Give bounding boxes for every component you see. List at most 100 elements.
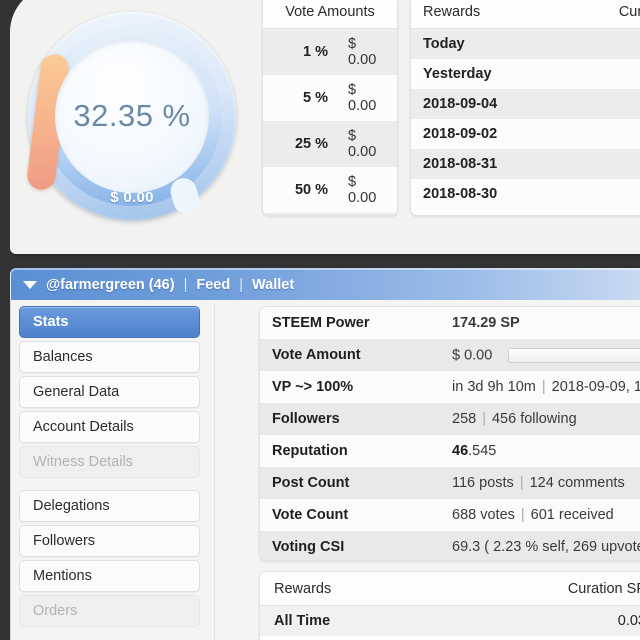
value-separator: | [519,475,524,491]
table-row: Voting CSI 69.3 ( 2.23 % self, 269 upvot… [260,531,640,560]
daily-rewards-body: Today 0.00 Yesterday 0.00 2018-09-04 0.0… [411,28,640,209]
vp-time-remaining: in 3d 9h 10m [452,379,536,395]
reward-date: Yesterday [411,59,572,89]
table-row[interactable]: Yesterday 0.00 [411,59,640,89]
votes-received: 601 received [530,507,614,523]
reputation-whole: 46 [452,443,469,459]
table-row: Reputation 46.545 [260,435,640,467]
sidebar-item-witness-details: Witness Details [19,446,200,478]
table-row: Followers 258 | 456 following [260,403,640,435]
vote-amount-pct: 25 % [263,121,339,167]
triangle-down-icon[interactable] [23,281,37,289]
sidebar-divider [19,481,200,490]
sidebar-item-label: Account Details [33,419,134,435]
rewards-header-label: Rewards [411,0,572,29]
sidebar-item-mentions[interactable]: Mentions [19,560,200,592]
reward-curation: 0.00 [571,89,640,119]
daily-rewards-table: Rewards Curation SP Today 0.00 Yesterday… [411,0,640,209]
followers-count: 258 [452,411,477,427]
vote-amount-value: $ 0.00 [452,346,493,363]
vote-amounts-card: Vote Amounts 1 % $ 0.00 5 % $ 0.00 25 % … [262,0,398,216]
table-row[interactable]: 50 % $ 0.00 [263,167,397,213]
table-row[interactable]: 75 % $ 0.00 [263,213,397,215]
reward-curation: 0.00 [571,119,640,149]
vote-amount-value: $ 0.00 [338,167,397,213]
bottom-rewards-header-curation: Curation SP [466,572,640,606]
value-separator: | [482,411,486,427]
reward-curation: 0.00 [571,179,640,209]
stat-key-followers: Followers [260,403,440,435]
account-name[interactable]: @farmergreen (46) [46,277,175,293]
sidebar-item-label: Orders [33,603,78,619]
stat-key-reputation: Reputation [260,435,440,467]
stat-value-followers: 258 | 456 following [440,403,640,435]
value-separator: | [520,507,525,523]
vote-amount-pct: 5 % [263,75,339,121]
table-row[interactable]: 2018-08-31 0.00 [411,149,640,179]
sidebar-item-delegations[interactable]: Delegations [19,490,200,522]
posts-count: 116 posts [452,475,514,491]
vote-amounts-table: Vote Amounts 1 % $ 0.00 5 % $ 0.00 25 % … [263,0,397,215]
gauge-inner-disc: 32.35 % [55,39,209,193]
gauge-percent-label: 32.35 % [73,98,191,133]
wallet-link[interactable]: Wallet [252,277,294,293]
sidebar-item-label: Followers [33,533,96,549]
left-gutter [0,0,10,640]
table-row[interactable]: 1 % $ 0.00 [263,28,397,75]
stat-value-vote-amount: $ 0.00 10 [440,339,640,371]
vote-amount-value: $ 0.00 [338,75,397,121]
reward-curation: 0.00 [571,59,640,89]
sidebar-item-balances[interactable]: Balances [19,341,200,373]
reward-date: 2018-08-31 [411,149,572,179]
top-overview-panel: 32.35 % $ 0.00 Vote Amounts 1 % $ 0.00 5… [10,0,640,254]
stat-value-reputation: 46.545 [440,435,640,467]
gauge-amount-label: $ 0.00 [110,189,154,206]
feed-link[interactable]: Feed [196,277,230,293]
reputation-fraction: .545 [468,443,497,459]
stat-key-voting-csi: Voting CSI [260,531,440,560]
sidebar-item-followers[interactable]: Followers [19,525,200,557]
table-row[interactable]: All Time 0.03 [260,605,640,636]
sidebar-item-general-data[interactable]: General Data [19,376,200,408]
stat-key-steem-power: STEEM Power [260,307,440,339]
table-row: Vote Count 688 votes | 601 received [260,499,640,531]
reward-date: 2018-09-04 [411,89,572,119]
stat-value-vp: in 3d 9h 10m | 2018-09-09, 1 [440,371,640,403]
table-row[interactable]: 5 % $ 0.00 [263,75,397,121]
sidebar-item-label: General Data [33,384,120,400]
sidebar-item-label: Stats [33,314,69,330]
stat-key-vote-amount: Vote Amount [260,339,440,371]
table-row[interactable]: Today 0.00 [411,28,640,59]
table-row[interactable]: 2018-08-30 0.00 [411,179,640,209]
sidebar-item-account-details[interactable]: Account Details [19,411,200,443]
daily-rewards-card: Rewards Curation SP Today 0.00 Yesterday… [410,0,640,216]
sidebar-item-orders: Orders [19,595,200,627]
table-row: STEEM Power 174.29 SP [260,307,640,339]
table-row: Vote Amount $ 0.00 10 [260,339,640,371]
stat-value-vote-count: 688 votes | 601 received [440,499,640,531]
vp-target-date: 2018-09-09, 1 [551,379,640,395]
stat-value-post-count: 116 posts | 124 comments [440,467,640,499]
account-stats-card: STEEM Power 174.29 SP Vote Amount $ 0.00… [259,306,640,561]
sidebar-item-label: Balances [33,349,93,365]
table-row[interactable]: 25 % $ 0.00 [263,121,397,167]
bottom-reward-period: All Time [260,605,466,636]
sidebar-separator [214,304,215,640]
rewards-header-curation: Curation SP [571,0,640,29]
votes-cast: 688 votes [452,507,515,523]
table-row[interactable]: 2018-09-04 0.00 [411,89,640,119]
account-detail-panel: Stats Balances General Data Account Deta… [10,300,640,640]
vote-amount-value: $ 0.00 [338,28,397,75]
sidebar-item-label: Mentions [33,568,92,584]
vote-amount-pct: 75 % [263,213,339,215]
sidebar-item-stats[interactable]: Stats [19,306,200,338]
stat-key-vote-count: Vote Count [260,499,440,531]
voting-power-gauge[interactable]: 32.35 % $ 0.00 [25,12,236,220]
account-header-bar[interactable]: @farmergreen (46) | Feed | Wallet [10,268,640,300]
stat-value-voting-csi: 69.3 ( 2.23 % self, 269 upvotes [440,531,640,560]
all-time-rewards-table: Rewards Curation SP Autho All Time 0.03 [260,572,640,636]
vote-weight-slider[interactable] [508,347,640,363]
vote-amounts-header: Vote Amounts [263,0,397,29]
vote-amount-value: $ 0.00 [338,213,397,215]
table-row[interactable]: 2018-09-02 0.00 [411,119,640,149]
